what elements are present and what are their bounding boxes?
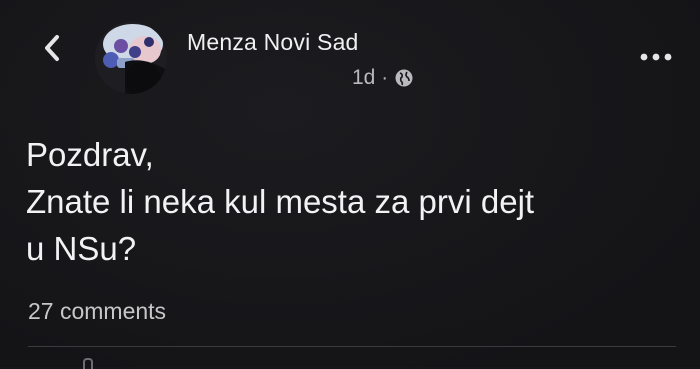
like-icon-partial[interactable]	[83, 358, 93, 369]
actions-divider	[28, 346, 676, 347]
page-avatar[interactable]	[95, 22, 167, 94]
more-options-button[interactable]	[636, 45, 676, 69]
post-line-greeting: Pozdrav,	[26, 136, 154, 173]
globe-icon	[394, 68, 414, 88]
back-button[interactable]	[36, 30, 68, 66]
page-logo-image	[95, 22, 167, 94]
post-line-question: Znate li neka kul mesta za prvi dejt	[26, 183, 535, 220]
page-name[interactable]: Menza Novi Sad	[187, 29, 359, 56]
post-line-location: u NSu?	[26, 230, 137, 267]
comments-count-link[interactable]: 27 comments	[28, 298, 166, 325]
post-body: Pozdrav, Znate li neka kul mesta za prvi…	[26, 131, 676, 272]
post-screen: Menza Novi Sad 1d · Pozdrav, Znate li ne…	[0, 0, 700, 369]
meta-separator: ·	[381, 66, 389, 89]
more-dots-icon	[640, 53, 672, 61]
post-timestamp[interactable]: 1d	[352, 66, 375, 90]
post-meta: 1d ·	[352, 66, 414, 90]
chevron-left-icon	[45, 35, 59, 61]
